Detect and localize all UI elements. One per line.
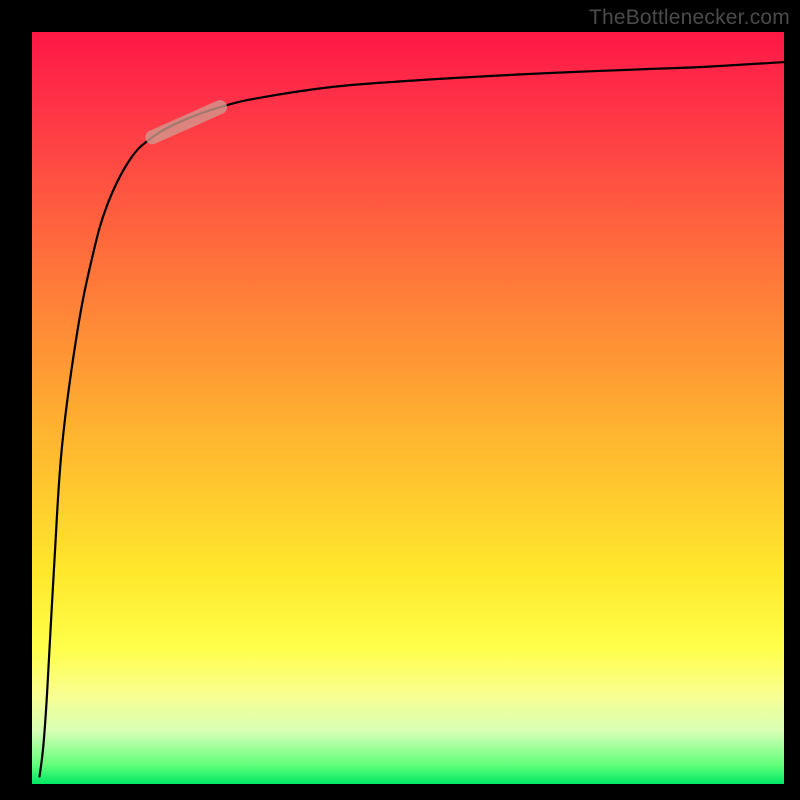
attribution-watermark: TheBottlenecker.com <box>589 6 790 30</box>
bottleneck-curve <box>40 62 784 776</box>
chart-frame: TheBottlenecker.com <box>0 0 800 800</box>
curve-layer <box>32 32 784 784</box>
highlight-segment <box>152 107 220 137</box>
plot-gradient-area <box>32 32 784 784</box>
